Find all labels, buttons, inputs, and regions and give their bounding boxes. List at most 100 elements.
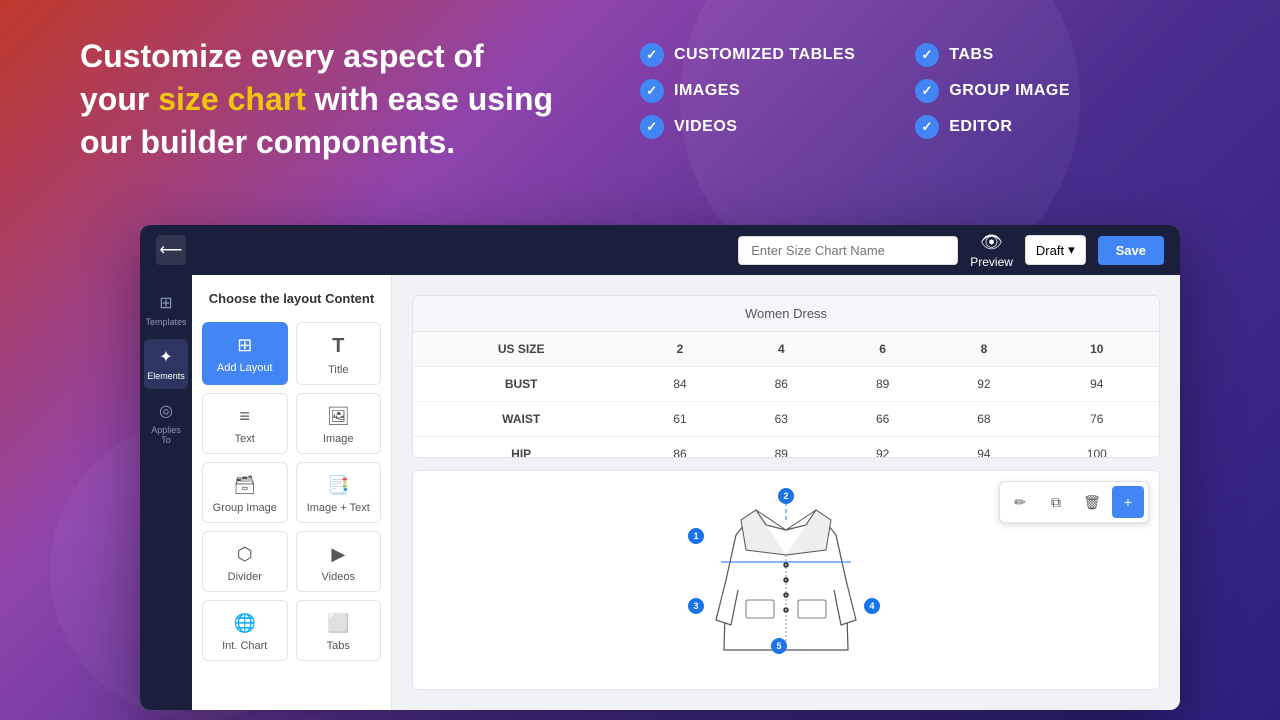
sidebar: ⊞ Templates ✦ Elements ◎ Applies To bbox=[140, 275, 192, 710]
meas-dot-4: 4 bbox=[864, 598, 880, 614]
divider-icon: ⬡ bbox=[237, 544, 253, 565]
delete-button[interactable]: 🗑 bbox=[1076, 486, 1108, 518]
hero-text: Customize every aspect of your size char… bbox=[80, 35, 560, 165]
table-title: Women Dress bbox=[413, 296, 1159, 332]
waist-10: 76 bbox=[1035, 402, 1159, 437]
delete-icon: 🗑 bbox=[1083, 494, 1101, 511]
feature-tabs: TABS bbox=[915, 43, 1130, 67]
hip-8: 94 bbox=[933, 437, 1034, 459]
col-header-8: 8 bbox=[933, 332, 1034, 367]
feature-label-images: IMAGES bbox=[674, 82, 740, 100]
feature-label-customized-tables: CUSTOMIZED TABLES bbox=[674, 46, 855, 64]
waist-4: 63 bbox=[731, 402, 832, 437]
bust-8: 92 bbox=[933, 367, 1034, 402]
sidebar-label-templates: Templates bbox=[145, 317, 186, 327]
waist-2: 61 bbox=[629, 402, 730, 437]
waist-6: 66 bbox=[832, 402, 933, 437]
preview-icon: 👁 bbox=[980, 232, 1003, 253]
feature-label-tabs: TABS bbox=[949, 46, 993, 64]
jacket-svg bbox=[696, 480, 876, 680]
templates-icon: ⊞ bbox=[159, 293, 172, 313]
feature-videos: VIDEOS bbox=[640, 115, 855, 139]
check-icon-group-image bbox=[915, 79, 939, 103]
elements-panel: Choose the layout Content ⊞ Add Layout T… bbox=[192, 275, 392, 710]
element-text[interactable]: ≡ Text bbox=[202, 393, 288, 454]
image-text-icon: 📑 bbox=[327, 475, 349, 496]
bust-6: 89 bbox=[832, 367, 933, 402]
feature-editor: EDITOR bbox=[915, 115, 1130, 139]
table-row: HIP 86 89 92 94 100 bbox=[413, 437, 1159, 459]
hip-10: 100 bbox=[1035, 437, 1159, 459]
element-label-image-text: Image + Text bbox=[307, 502, 370, 514]
meas-dot-5: 5 bbox=[771, 638, 787, 654]
element-add-layout[interactable]: ⊞ Add Layout bbox=[202, 322, 288, 385]
jacket-illustration: 1 2 3 4 5 bbox=[696, 480, 876, 680]
chart-name-input[interactable] bbox=[738, 236, 958, 265]
sidebar-item-templates[interactable]: ⊞ Templates bbox=[144, 285, 188, 335]
bust-10: 94 bbox=[1035, 367, 1159, 402]
element-int-chart[interactable]: 🌐 Int. Chart bbox=[202, 600, 288, 661]
element-label-text: Text bbox=[235, 433, 255, 445]
row-label-hip: HIP bbox=[413, 437, 629, 459]
sidebar-label-applies-to: Applies To bbox=[148, 425, 184, 445]
sidebar-item-applies-to[interactable]: ◎ Applies To bbox=[144, 393, 188, 453]
group-image-icon: 🗃 bbox=[233, 475, 256, 496]
save-button[interactable]: Save bbox=[1098, 236, 1164, 265]
feature-label-editor: EDITOR bbox=[949, 118, 1012, 136]
col-header-us-size: US SIZE bbox=[413, 332, 629, 367]
element-image-text[interactable]: 📑 Image + Text bbox=[296, 462, 382, 523]
table-header-row: US SIZE 2 4 6 8 10 bbox=[413, 332, 1159, 367]
element-tabs[interactable]: ⬜ Tabs bbox=[296, 600, 382, 661]
feature-images: IMAGES bbox=[640, 79, 855, 103]
element-label-divider: Divider bbox=[228, 571, 262, 583]
feature-customized-tables: CUSTOMIZED TABLES bbox=[640, 43, 855, 67]
element-label-videos: Videos bbox=[322, 571, 355, 583]
table-row: WAIST 61 63 66 68 76 bbox=[413, 402, 1159, 437]
image-section: ✏ ⧉ 🗑 + bbox=[412, 470, 1160, 690]
panel-title: Choose the layout Content bbox=[202, 291, 381, 306]
main-content: Women Dress US SIZE 2 4 6 8 10 bbox=[392, 275, 1180, 710]
col-header-2: 2 bbox=[629, 332, 730, 367]
meas-dot-3: 3 bbox=[688, 598, 704, 614]
hip-6: 92 bbox=[832, 437, 933, 459]
preview-label: Preview bbox=[970, 255, 1013, 269]
row-label-bust: BUST bbox=[413, 367, 629, 402]
add-icon: + bbox=[1124, 494, 1132, 510]
feature-label-videos: VIDEOS bbox=[674, 118, 737, 136]
element-videos[interactable]: ▶ Videos bbox=[296, 531, 382, 592]
element-label-image: Image bbox=[323, 433, 354, 445]
element-image[interactable]: 🖼 Image bbox=[296, 393, 382, 454]
copy-button[interactable]: ⧉ bbox=[1040, 486, 1072, 518]
check-icon-editor bbox=[915, 115, 939, 139]
element-label-int-chart: Int. Chart bbox=[222, 640, 267, 652]
row-label-waist: WAIST bbox=[413, 402, 629, 437]
element-divider[interactable]: ⬡ Divider bbox=[202, 531, 288, 592]
element-label-add-layout: Add Layout bbox=[217, 362, 273, 374]
elements-grid: ⊞ Add Layout T Title ≡ Text 🖼 Image 🗃 bbox=[202, 322, 381, 661]
hero-headline: Customize every aspect of your size char… bbox=[80, 35, 560, 165]
add-section-button[interactable]: + bbox=[1112, 486, 1144, 518]
draft-label: Draft bbox=[1036, 243, 1064, 258]
image-toolbar: ✏ ⧉ 🗑 + bbox=[999, 481, 1149, 523]
check-icon-videos bbox=[640, 115, 664, 139]
features-list: CUSTOMIZED TABLES TABS IMAGES GROUP IMAG… bbox=[640, 35, 1131, 139]
table-row: BUST 84 86 89 92 94 bbox=[413, 367, 1159, 402]
meas-dot-1: 1 bbox=[688, 528, 704, 544]
col-header-6: 6 bbox=[832, 332, 933, 367]
element-title[interactable]: T Title bbox=[296, 322, 382, 385]
edit-icon: ✏ bbox=[1014, 494, 1026, 511]
element-label-title: Title bbox=[328, 364, 348, 376]
element-group-image[interactable]: 🗃 Group Image bbox=[202, 462, 288, 523]
draft-chevron-icon: ▾ bbox=[1068, 242, 1075, 258]
title-icon: T bbox=[332, 335, 344, 358]
col-header-10: 10 bbox=[1035, 332, 1159, 367]
size-table-container: Women Dress US SIZE 2 4 6 8 10 bbox=[412, 295, 1160, 458]
meas-dot-2: 2 bbox=[778, 488, 794, 504]
sidebar-item-elements[interactable]: ✦ Elements bbox=[144, 339, 188, 389]
text-icon: ≡ bbox=[239, 406, 250, 427]
draft-button[interactable]: Draft ▾ bbox=[1025, 235, 1086, 265]
back-button[interactable]: ⟵ bbox=[156, 235, 186, 265]
preview-button[interactable]: 👁 Preview bbox=[970, 232, 1013, 269]
hip-2: 86 bbox=[629, 437, 730, 459]
edit-button[interactable]: ✏ bbox=[1004, 486, 1036, 518]
